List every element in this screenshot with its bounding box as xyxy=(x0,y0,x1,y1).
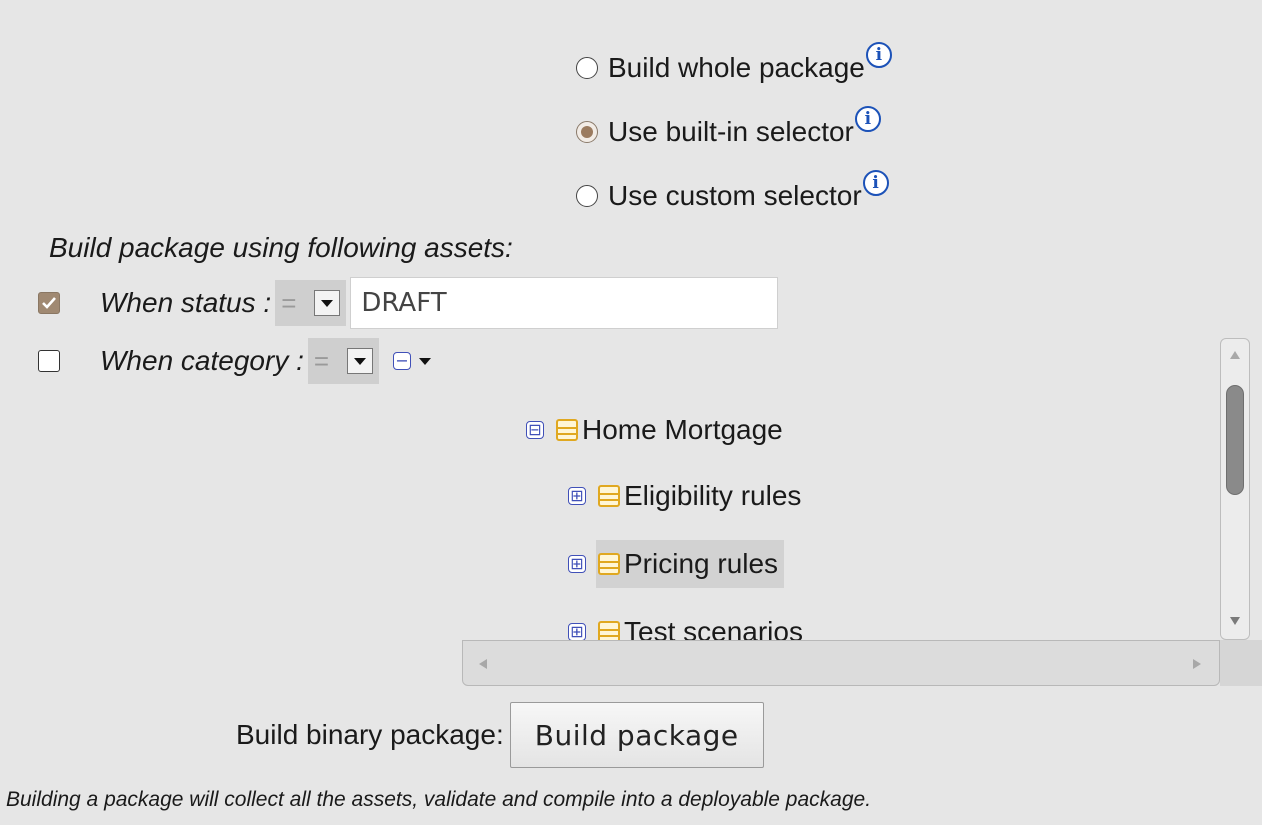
caret-down-icon[interactable] xyxy=(419,357,432,365)
collapse-icon[interactable]: ⊟ xyxy=(526,421,544,439)
info-icon[interactable]: i xyxy=(862,170,889,196)
option-build-whole-package[interactable]: Build whole package i xyxy=(576,36,892,100)
radio-use-custom-selector[interactable] xyxy=(576,185,598,207)
chevron-down-icon[interactable] xyxy=(347,348,374,374)
status-label: When status : xyxy=(100,287,272,318)
option-label: Build whole package xyxy=(608,52,865,83)
category-tree: ⊟ Home Mortgage ⊞ Eligibility rules ⊞ Pr… xyxy=(462,338,1262,686)
folder-icon xyxy=(556,419,578,441)
selected-item-highlight: Pricing rules xyxy=(596,540,785,588)
status-operator-select[interactable]: = xyxy=(275,280,347,326)
selector-options: Build whole package i Use built-in selec… xyxy=(576,36,892,228)
tree-item-pricing-rules[interactable]: ⊞ Pricing rules xyxy=(568,540,785,588)
scroll-right-arrow-icon[interactable] xyxy=(1193,659,1201,669)
tree-item-label: Home Mortgage xyxy=(582,414,783,445)
build-help-note: Building a package will collect all the … xyxy=(6,788,872,811)
operator-value: = xyxy=(281,287,297,318)
option-label: Use custom selector xyxy=(608,180,862,211)
tree-item-label: Pricing rules xyxy=(624,548,779,579)
expand-icon[interactable]: ⊞ xyxy=(568,555,586,573)
scroll-down-arrow-icon[interactable] xyxy=(1230,617,1240,625)
scrollbar-corner xyxy=(1220,640,1262,686)
chevron-down-icon[interactable] xyxy=(314,290,341,316)
scroll-left-arrow-icon[interactable] xyxy=(479,659,487,669)
tree-vertical-scrollbar[interactable] xyxy=(1220,338,1250,640)
option-use-built-in-selector[interactable]: Use built-in selector i xyxy=(576,100,892,164)
tree-item-home-mortgage[interactable]: ⊟ Home Mortgage xyxy=(526,406,783,454)
category-checkbox[interactable] xyxy=(38,350,60,372)
expand-icon[interactable]: ⊞ xyxy=(568,487,586,505)
info-icon[interactable]: i xyxy=(865,42,892,68)
folder-icon xyxy=(598,553,620,575)
status-condition-row: When status : = xyxy=(38,277,779,329)
tree-item-eligibility-rules[interactable]: ⊞ Eligibility rules xyxy=(568,472,801,520)
info-icon[interactable]: i xyxy=(854,106,881,132)
operator-value: = xyxy=(313,345,330,376)
status-checkbox[interactable] xyxy=(38,292,60,314)
collapse-icon[interactable]: − xyxy=(393,352,412,370)
scroll-thumb[interactable] xyxy=(1226,385,1244,495)
radio-build-whole-package[interactable] xyxy=(576,57,598,79)
check-icon xyxy=(42,297,56,309)
expand-icon[interactable]: ⊞ xyxy=(568,623,586,641)
assets-section-title: Build package using following assets: xyxy=(49,232,513,263)
option-use-custom-selector[interactable]: Use custom selector i xyxy=(576,164,892,228)
option-label: Use built-in selector xyxy=(608,116,854,147)
radio-use-built-in-selector[interactable] xyxy=(576,121,598,143)
build-package-button[interactable]: Build package xyxy=(509,702,764,768)
build-row: Build binary package: Build package xyxy=(236,702,764,768)
category-condition-row: When category : = − xyxy=(38,338,432,384)
category-operator-select[interactable]: = xyxy=(307,338,380,384)
folder-icon xyxy=(598,485,620,507)
status-value-input[interactable] xyxy=(350,277,779,329)
build-label: Build binary package: xyxy=(236,719,504,750)
tree-horizontal-scrollbar[interactable] xyxy=(462,640,1220,686)
category-tree-toggle[interactable]: − xyxy=(393,352,432,370)
tree-item-label: Eligibility rules xyxy=(624,480,802,511)
scroll-up-arrow-icon[interactable] xyxy=(1230,351,1240,359)
category-label: When category : xyxy=(100,345,304,376)
